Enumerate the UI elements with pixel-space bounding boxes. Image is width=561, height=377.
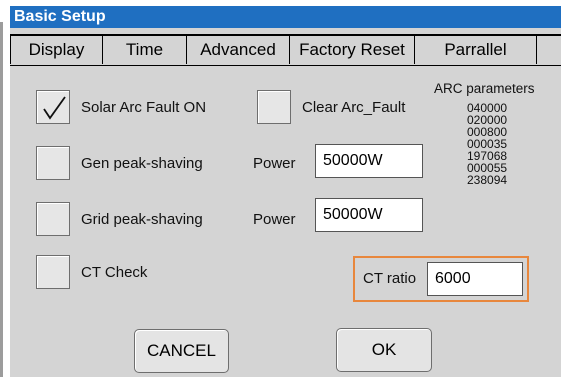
advanced-panel: Solar Arc Fault ON Clear Arc_Fault ARC p…: [11, 66, 561, 377]
tab-time[interactable]: Time: [103, 36, 187, 64]
grid-peak-shaving-checkbox[interactable]: [36, 202, 70, 236]
clear-arc-fault-checkbox[interactable]: [257, 90, 291, 124]
gen-power-input[interactable]: 50000W: [315, 144, 423, 178]
left-edge: [0, 22, 3, 377]
ct-check-checkbox[interactable]: [36, 255, 70, 289]
arc-parameters-title: ARC parameters: [434, 81, 535, 96]
basic-setup-window: Basic Setup Display Time Advanced Factor…: [10, 6, 561, 377]
cancel-button[interactable]: CANCEL: [134, 329, 229, 373]
gen-power-label: Power: [253, 155, 296, 172]
ct-ratio-label: CT ratio: [363, 270, 417, 287]
gen-peak-shaving-label: Gen peak-shaving: [81, 155, 203, 172]
ct-ratio-input[interactable]: 6000: [427, 262, 523, 296]
solar-arc-fault-label: Solar Arc Fault ON: [81, 99, 207, 116]
grid-power-label: Power: [253, 211, 296, 228]
solar-arc-fault-checkbox[interactable]: [36, 90, 70, 124]
grid-peak-shaving-label: Grid peak-shaving: [81, 211, 203, 228]
ct-check-label: CT Check: [81, 264, 148, 281]
tab-factory-reset[interactable]: Factory Reset: [290, 36, 415, 64]
checkmark-icon: [43, 96, 66, 120]
arc-parameter-value: 238094: [467, 173, 508, 187]
tab-bar: Display Time Advanced Factory Reset Parr…: [10, 34, 561, 66]
window-title: Basic Setup: [10, 6, 561, 28]
tab-advanced[interactable]: Advanced: [187, 36, 290, 64]
grid-power-input[interactable]: 50000W: [315, 198, 423, 232]
tab-display[interactable]: Display: [10, 36, 103, 64]
gen-peak-shaving-checkbox[interactable]: [36, 146, 70, 180]
ok-button[interactable]: OK: [336, 328, 432, 372]
arc-parameters-list: 040000 020000 000800 000035 197068 00005…: [467, 102, 547, 186]
clear-arc-fault-label: Clear Arc_Fault: [302, 99, 406, 116]
tab-parrallel[interactable]: Parrallel: [415, 36, 537, 64]
